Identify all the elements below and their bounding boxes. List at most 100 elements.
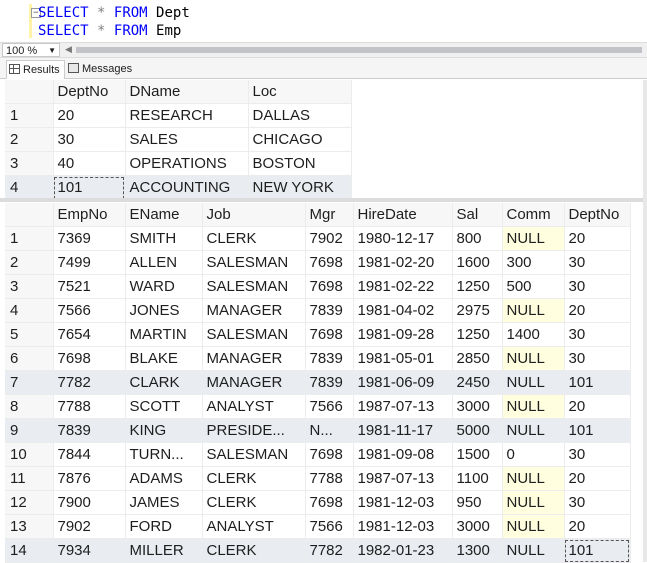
cell[interactable]: 0 [502,442,565,467]
row-number[interactable]: 13 [5,514,54,539]
table-row[interactable]: 1 7369 SMITH CLERK 7902 1980-12-17 800 NULL 20 [5,226,631,251]
cell[interactable]: 30 [564,322,631,347]
cell[interactable]: 7566 [305,394,354,419]
cell[interactable]: TURN... [125,442,203,467]
row-number[interactable]: 3 [5,274,54,299]
row-number[interactable]: 2 [5,127,54,152]
cell[interactable]: 30 [564,274,631,299]
cell[interactable]: 20 [564,298,631,323]
table-row[interactable]: 12 7900 JAMES CLERK 7698 1981-12-03 950 NULL 30 [5,490,631,515]
table-row-selected[interactable]: 4 101 ACCOUNTING NEW YORK [5,175,352,200]
cell[interactable]: SMITH [125,226,203,251]
cell[interactable]: 30 [564,346,631,371]
cell[interactable]: 1981-12-03 [353,490,453,515]
cell[interactable]: 1981-02-22 [353,274,453,299]
cell[interactable]: 1250 [452,322,503,347]
cell[interactable]: ALLEN [125,250,203,275]
cell[interactable]: 7876 [53,466,126,491]
cell[interactable]: NULL [502,346,565,371]
column-header[interactable]: EName [125,203,203,227]
cell[interactable]: 1400 [502,322,565,347]
cell[interactable]: CLERK [202,226,306,251]
cell[interactable]: 7900 [53,490,126,515]
cell[interactable]: 7698 [53,346,126,371]
cell[interactable]: OPERATIONS [125,151,249,176]
table-row[interactable]: 2 7499 ALLEN SALESMAN 7698 1981-02-20 1600 300 3… [5,250,631,275]
cell[interactable]: 7839 [305,346,354,371]
table-row[interactable]: 13 7902 FORD ANALYST 7566 1981-12-03 3000 NULL 2… [5,514,631,539]
results-vertical-scrollbar[interactable] [643,80,647,562]
cell[interactable]: 7566 [305,514,354,539]
cell[interactable]: CLERK [202,538,306,563]
cell[interactable]: 7839 [305,298,354,323]
cell[interactable]: 7839 [53,418,126,443]
cell[interactable]: 7844 [53,442,126,467]
cell[interactable]: 1981-06-09 [353,370,453,395]
code-line-2[interactable]: SELECT * FROM Emp [38,22,181,40]
cell[interactable]: MILLER [125,538,203,563]
cell[interactable]: 2450 [452,370,503,395]
row-number[interactable]: 9 [5,418,54,443]
column-header[interactable]: DeptNo [564,203,631,227]
column-header[interactable]: Job [202,203,306,227]
row-number[interactable]: 2 [5,250,54,275]
cell[interactable]: CLERK [202,466,306,491]
cell-focused[interactable]: 101 [53,175,126,200]
table-row[interactable]: 5 7654 MARTIN SALESMAN 7698 1981-09-28 1250 140… [5,322,631,347]
cell[interactable]: MANAGER [202,298,306,323]
cell[interactable]: 1981-09-28 [353,322,453,347]
cell[interactable]: 7839 [305,370,354,395]
cell[interactable]: NULL [502,514,565,539]
cell[interactable]: SCOTT [125,394,203,419]
scroll-left-icon[interactable]: ◀ [65,44,72,55]
cell[interactable]: 30 [564,442,631,467]
cell[interactable]: SALESMAN [202,250,306,275]
row-number[interactable]: 3 [5,151,54,176]
cell[interactable]: JONES [125,298,203,323]
cell[interactable]: NULL [502,538,565,563]
cell[interactable]: 300 [502,250,565,275]
cell[interactable]: 7788 [53,394,126,419]
cell[interactable]: 20 [564,514,631,539]
cell[interactable]: 101 [564,370,631,395]
grid-splitter[interactable] [0,198,647,202]
cell[interactable]: 101 [564,418,631,443]
cell[interactable]: SALES [125,127,249,152]
cell[interactable]: 1981-12-03 [353,514,453,539]
row-number-header[interactable] [5,80,54,104]
tab-results[interactable]: Results [6,60,65,79]
cell[interactable]: 1500 [452,442,503,467]
cell[interactable]: 30 [564,250,631,275]
table-row[interactable]: 10 7844 TURN... SALESMAN 7698 1981-09-08 1500 0… [5,442,631,467]
dept-results-grid[interactable]: DeptNo DName Loc 1 20 RESEARCH DALLAS 2 … [5,80,352,200]
cell[interactable]: 7782 [305,538,354,563]
cell[interactable]: 800 [452,226,503,251]
row-number[interactable]: 1 [5,103,54,128]
cell[interactable]: JAMES [125,490,203,515]
cell[interactable]: 1300 [452,538,503,563]
cell[interactable]: CLERK [202,490,306,515]
cell[interactable]: ADAMS [125,466,203,491]
table-row-selected[interactable]: 14 7934 MILLER CLERK 7782 1982-01-23 1300 NULL 1… [5,538,631,563]
cell[interactable]: 7934 [53,538,126,563]
cell[interactable]: 7698 [305,490,354,515]
cell[interactable]: NULL [502,298,565,323]
cell[interactable]: 7654 [53,322,126,347]
column-header[interactable]: Comm [502,203,565,227]
cell[interactable]: N... [305,418,354,443]
column-header[interactable]: Loc [248,80,352,104]
cell[interactable]: 30 [564,490,631,515]
cell[interactable]: PRESIDE... [202,418,306,443]
code-line-1[interactable]: SELECT * FROM Dept [38,4,190,22]
cell[interactable]: NEW YORK [248,175,352,200]
row-number[interactable]: 4 [5,175,54,200]
cell[interactable]: 500 [502,274,565,299]
cell[interactable]: NULL [502,226,565,251]
cell[interactable]: 7782 [53,370,126,395]
row-number[interactable]: 1 [5,226,54,251]
cell[interactable]: NULL [502,418,565,443]
table-row[interactable]: 3 7521 WARD SALESMAN 7698 1981-02-22 1250 500 30 [5,274,631,299]
cell[interactable]: 7698 [305,442,354,467]
cell[interactable]: KING [125,418,203,443]
cell[interactable]: 1250 [452,274,503,299]
